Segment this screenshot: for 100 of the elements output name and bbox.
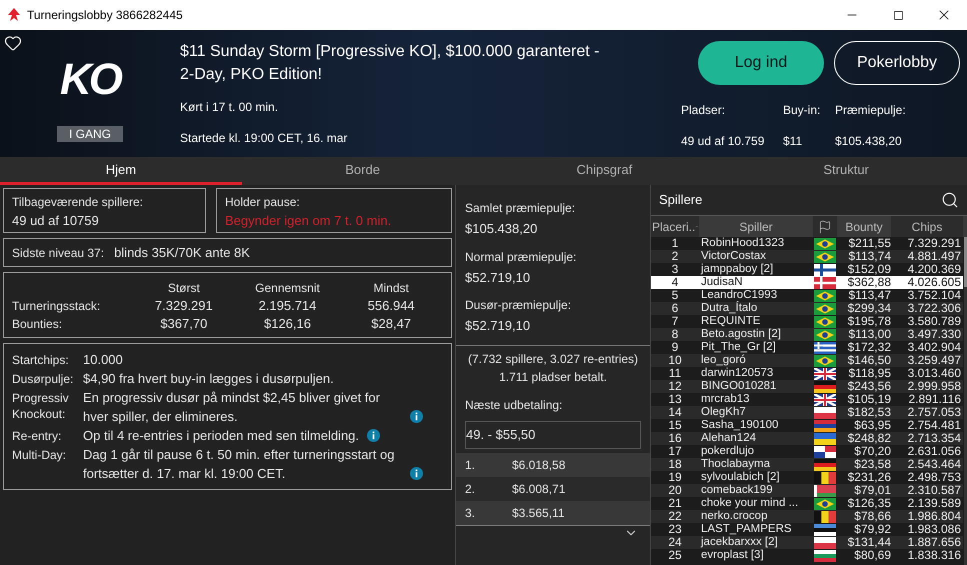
stat-label: Buy-in:: [783, 102, 822, 119]
player-name-cell-text: leo_goró: [700, 354, 747, 367]
flag-icon: [814, 380, 836, 392]
rank-cell-text: 22: [667, 510, 683, 523]
tab[interactable]: Chipsgraf: [484, 157, 726, 185]
stat-value: 556.944: [366, 297, 416, 316]
player-row[interactable]: 24 jacekbarxxx [2] $131,44 1.887.656: [651, 536, 963, 549]
player-row[interactable]: 4 JudisaN $362,88 4.026.605: [651, 276, 963, 289]
player-row[interactable]: 20 comeback199 $79,01 2.310.587: [651, 484, 963, 497]
player-row[interactable]: 18 Thoclabayma $23,58 2.543.464: [651, 458, 963, 471]
detail-text: Op til 4 re-entries i perioden med sen tilmelding.: [83, 427, 360, 445]
payout-amount: $6.018,58: [512, 456, 566, 474]
flag-icon: [814, 446, 836, 458]
chips-cell-text: 3.752.104: [906, 289, 962, 302]
payout-place: 2.: [465, 480, 476, 498]
lobby-button[interactable]: Pokerlobby: [834, 41, 960, 85]
player-name-cell-text: Thoclabayma: [700, 458, 772, 471]
player-name-cell-text: OlegKh7: [700, 406, 747, 419]
player-name-cell-text: darwin120573: [700, 367, 774, 380]
player-row[interactable]: 12 BINGO010281 $243,56 2.999.958: [651, 380, 963, 393]
rank-column-header[interactable]: Placeri..: [651, 216, 699, 237]
pool-label: Dusør-præmiepulje:: [465, 297, 572, 314]
chips-cell-text: 3.013.460: [906, 367, 962, 380]
chips-cell-text: 1.838.316: [906, 549, 962, 562]
chips-cell-text: 2.139.589: [906, 497, 962, 510]
stat-value: $126,16: [262, 315, 312, 334]
bounty-cell-text: $113,47: [848, 289, 891, 302]
bounty-cell-text: $146,50: [846, 354, 891, 367]
rank-cell-text: 19: [667, 471, 683, 484]
player-row[interactable]: 22 nerko.crocop $78,66 1.986.804: [651, 510, 963, 523]
level-value: blinds 35K/70K ante 8K: [114, 244, 250, 262]
favorite-heart-icon[interactable]: [4, 34, 22, 52]
player-column-header[interactable]: Spiller: [699, 216, 813, 237]
payout-place: 1.: [465, 456, 476, 474]
detail-label: Startchips:: [12, 352, 70, 369]
maximize-icon[interactable]: [892, 10, 904, 20]
player-name-cell-text: RobinHood1323: [700, 237, 786, 250]
tab[interactable]: Hjem: [0, 157, 242, 185]
row-label: Bounties:: [12, 316, 64, 333]
pool-value: $52.719,10: [465, 268, 532, 286]
bounty-cell-text: $105,19: [846, 393, 891, 406]
flag-icon: [814, 316, 836, 328]
flag-icon: [814, 550, 836, 562]
rank-cell-text: 20: [667, 484, 683, 497]
flag-icon: [814, 368, 836, 380]
player-name-cell-text: Pit_The_Gr [2]: [700, 341, 777, 354]
run-time: Kørt i 17 t. 00 min.: [180, 99, 280, 116]
player-row[interactable]: 10 leo_goró $146,50 3.259.497: [651, 354, 963, 367]
chips-column-header[interactable]: Chips: [891, 216, 963, 237]
rank-cell-text: 21: [667, 497, 683, 510]
player-row[interactable]: 14 OlegKh7 $182,53 2.757.053: [651, 406, 963, 419]
bounty-cell-text: $131,44: [846, 536, 891, 549]
stat-value: 7.329.291: [154, 297, 214, 316]
info-icon[interactable]: [367, 429, 380, 442]
payout-place: 3.: [465, 504, 476, 522]
bounty-cell-text: $63,95: [853, 419, 891, 432]
column-heading: Gennemsnit: [254, 280, 321, 297]
bounty-cell-text: $126,35: [846, 497, 891, 510]
bounty-cell-text: $362,88: [846, 276, 891, 289]
login-button[interactable]: Log ind: [698, 41, 824, 85]
players-title: Spillere: [659, 191, 704, 210]
bounty-cell-text: $79,92: [853, 523, 891, 536]
bounty-column-header[interactable]: Bounty: [837, 216, 891, 237]
rank-cell-text: 16: [667, 432, 683, 445]
flag-column-icon[interactable]: [818, 220, 832, 234]
chips-cell-text: 2.754.481: [906, 419, 962, 432]
tab[interactable]: Struktur: [725, 157, 967, 185]
rank-cell-text: 5: [670, 289, 680, 302]
info-icon[interactable]: [410, 467, 423, 480]
flag-icon: [814, 484, 836, 496]
bounty-cell-text: $231,26: [846, 471, 891, 484]
chips-cell-text: 2.713.354: [906, 432, 962, 445]
player-name-cell-text: jamppaboy [2]: [700, 263, 774, 276]
rank-cell-text: 12: [667, 380, 683, 393]
rank-cell-text: 8: [670, 328, 680, 341]
player-row[interactable]: 8 Beto.agostin [2] $113,00 3.497.330: [651, 328, 963, 341]
info-icon[interactable]: [410, 410, 423, 423]
flag-icon: [814, 432, 836, 444]
player-name-cell-text: LAST_PAMPERS: [700, 523, 793, 536]
detail-label: Re-entry:: [12, 428, 62, 445]
detail-text: $4,90 fra hvert buy-in lægges i dusørpuljen.: [83, 370, 334, 388]
player-row[interactable]: 2 VictorCostax $113,74 4.881.497: [651, 250, 963, 263]
detail-label: Multi-Day:: [12, 447, 68, 464]
player-name-cell-text: nerko.crocop: [700, 510, 768, 523]
flag-icon: [814, 394, 836, 406]
flag-icon: [814, 524, 836, 536]
rank-cell-text: 15: [667, 419, 683, 432]
rank-cell-text: 11: [668, 367, 682, 380]
flag-icon: [814, 290, 836, 302]
rank-cell-text: 24: [667, 536, 683, 549]
player-row[interactable]: 6 Dutra_Ítalo $299,34 3.722.306: [651, 302, 963, 315]
places-paid: 1.711 pladser betalt.: [498, 368, 608, 386]
detail-text: En progressiv dusør på mindst $2,45 bliver givet for hver spiller, der elimineres.: [83, 389, 381, 426]
rank-cell-text: 10: [667, 354, 683, 367]
column-heading: Størst: [166, 280, 201, 297]
chips-cell-text: 1.887.656: [906, 536, 962, 549]
tab[interactable]: Borde: [242, 157, 484, 185]
player-row[interactable]: 16 Alehan124 $248,82 2.713.354: [651, 432, 963, 445]
bounty-cell-text: $195,78: [846, 315, 891, 328]
search-icon[interactable]: [941, 191, 959, 209]
